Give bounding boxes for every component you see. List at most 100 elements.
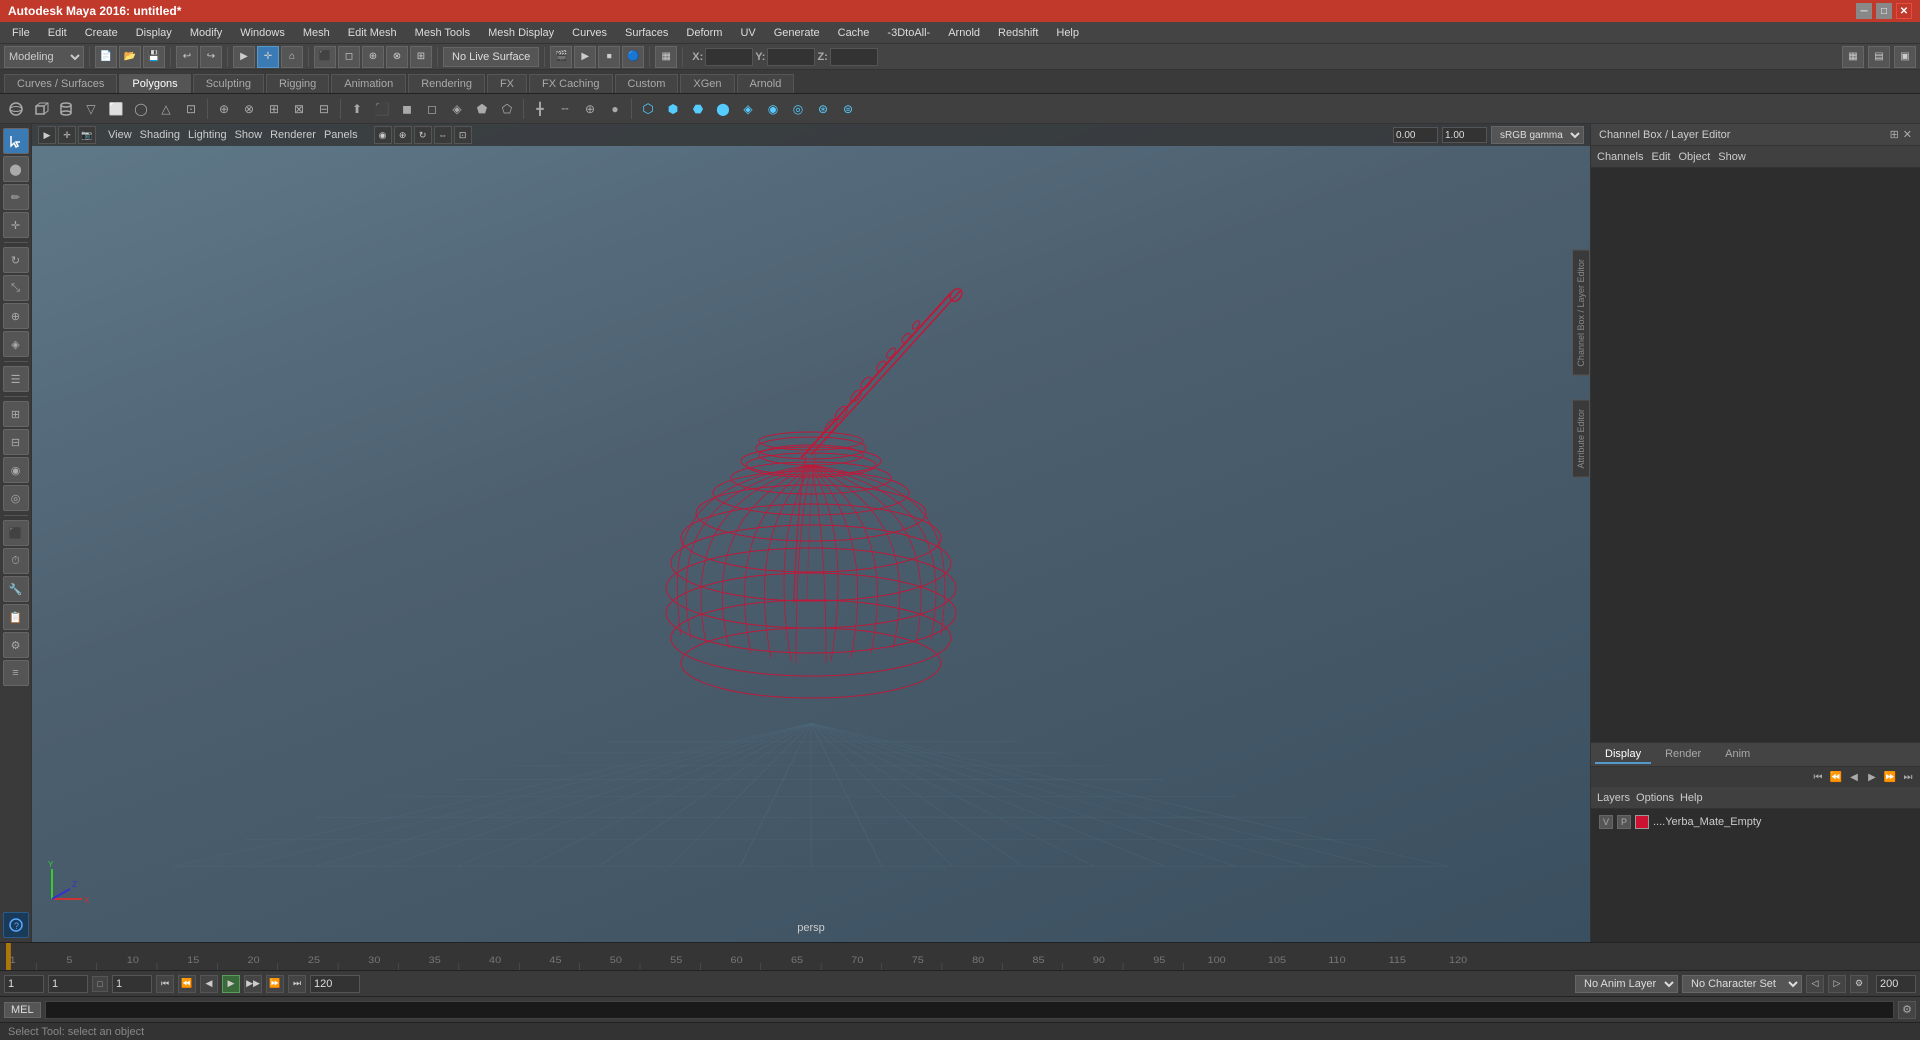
- render4-btn[interactable]: 🔵: [622, 46, 644, 68]
- history-btn[interactable]: ⏱: [3, 548, 29, 574]
- layout1-btn[interactable]: ▦: [655, 46, 677, 68]
- viewport[interactable]: ▶ ✛ 📷 View Shading Lighting Show Rendere…: [32, 124, 1590, 942]
- tab-animation[interactable]: Animation: [331, 74, 406, 93]
- tab-curves-surfaces[interactable]: Curves / Surfaces: [4, 74, 117, 93]
- channel-btn2[interactable]: ≡: [3, 660, 29, 686]
- tab-render[interactable]: Render: [1655, 746, 1711, 764]
- uv4-btn[interactable]: ⬤: [711, 97, 735, 121]
- tab-fx[interactable]: FX: [487, 74, 527, 93]
- no-live-surface-btn[interactable]: No Live Surface: [443, 47, 539, 67]
- snap-surface[interactable]: ◎: [3, 485, 29, 511]
- snap-point[interactable]: ◉: [3, 457, 29, 483]
- extract-btn[interactable]: ⊞: [262, 97, 286, 121]
- move-tool-btn[interactable]: ✛: [257, 46, 279, 68]
- tab-xgen[interactable]: XGen: [680, 74, 734, 93]
- character-set-select[interactable]: No Character Set: [1682, 975, 1802, 993]
- extrude-btn[interactable]: ⬆: [345, 97, 369, 121]
- lasso-btn[interactable]: ⌂: [281, 46, 303, 68]
- ch-menu-edit[interactable]: Edit: [1651, 151, 1670, 163]
- transform5-btn[interactable]: ⊞: [410, 46, 432, 68]
- options-menu[interactable]: Options: [1636, 792, 1674, 804]
- layer-row[interactable]: V P ....Yerba_Mate_Empty: [1595, 813, 1916, 831]
- range-start-input[interactable]: [112, 975, 152, 993]
- scene-btn[interactable]: 🔧: [3, 576, 29, 602]
- plane-icon-btn[interactable]: ⬜: [104, 97, 128, 121]
- menu-deform[interactable]: Deform: [678, 25, 730, 41]
- menu-mesh-tools[interactable]: Mesh Tools: [407, 25, 478, 41]
- uv1-btn[interactable]: ⬡: [636, 97, 660, 121]
- menu-mesh[interactable]: Mesh: [295, 25, 338, 41]
- minimize-button[interactable]: ─: [1856, 3, 1872, 19]
- paint-tool[interactable]: ⬤: [3, 156, 29, 182]
- cube-icon-btn[interactable]: [29, 97, 53, 121]
- vp-move-btn[interactable]: ✛: [58, 126, 76, 144]
- range-end-input[interactable]: [310, 975, 360, 993]
- pipe-icon-btn[interactable]: ⊡: [179, 97, 203, 121]
- vp-cam4[interactable]: ⇔: [434, 126, 452, 144]
- merge-btn[interactable]: ⊕: [578, 97, 602, 121]
- help-menu-layers[interactable]: Help: [1680, 792, 1703, 804]
- uv9-btn[interactable]: ⊜: [836, 97, 860, 121]
- layer-visibility[interactable]: V: [1599, 815, 1613, 829]
- menu-window[interactable]: Windows: [232, 25, 293, 41]
- separate-btn[interactable]: ⊗: [237, 97, 261, 121]
- menu-display[interactable]: Display: [128, 25, 180, 41]
- gamma-select[interactable]: sRGB gamma: [1491, 126, 1584, 144]
- uv8-btn[interactable]: ⊛: [811, 97, 835, 121]
- layers-menu[interactable]: Layers: [1597, 792, 1630, 804]
- tab-polygons[interactable]: Polygons: [119, 74, 190, 93]
- cylinder-icon-btn[interactable]: [54, 97, 78, 121]
- z-input[interactable]: [830, 48, 878, 66]
- vp-val1[interactable]: [1393, 127, 1438, 143]
- pb-skip-end-btn[interactable]: ⏭: [288, 975, 306, 993]
- pb-next[interactable]: ▶: [1864, 769, 1880, 785]
- pb-next-frame[interactable]: ⏩: [1882, 769, 1898, 785]
- render3-btn[interactable]: ⏹: [598, 46, 620, 68]
- menu-mesh-display[interactable]: Mesh Display: [480, 25, 562, 41]
- pb-prev-btn[interactable]: ◀: [200, 975, 218, 993]
- mel-input[interactable]: [45, 1001, 1894, 1019]
- uv3-btn[interactable]: ⬣: [686, 97, 710, 121]
- layer-render-flag[interactable]: P: [1617, 815, 1631, 829]
- boolean-btn[interactable]: ⊠: [287, 97, 311, 121]
- mode-dropdown[interactable]: Modeling: [4, 46, 84, 68]
- combine-btn[interactable]: ⊕: [212, 97, 236, 121]
- pb-skip-end[interactable]: ⏭: [1900, 769, 1916, 785]
- mirror-btn[interactable]: ⊟: [312, 97, 336, 121]
- uv7-btn[interactable]: ◎: [786, 97, 810, 121]
- undo-btn[interactable]: ↩: [176, 46, 198, 68]
- maximize-button[interactable]: □: [1876, 3, 1892, 19]
- prism-icon-btn[interactable]: △: [154, 97, 178, 121]
- bridge-btn[interactable]: ⬛: [370, 97, 394, 121]
- tab-display[interactable]: Display: [1595, 746, 1651, 764]
- vp-cam3[interactable]: ↻: [414, 126, 432, 144]
- render2-btn[interactable]: ▶: [574, 46, 596, 68]
- vp-cam5[interactable]: ⊡: [454, 126, 472, 144]
- wedge-btn[interactable]: ⬟: [470, 97, 494, 121]
- select-tool[interactable]: [3, 128, 29, 154]
- soft-mod[interactable]: ◈: [3, 331, 29, 357]
- snap-grid[interactable]: ⊞: [3, 401, 29, 427]
- universal-manip[interactable]: ⊕: [3, 303, 29, 329]
- menu-curves[interactable]: Curves: [564, 25, 615, 41]
- channel-box-expand[interactable]: ⊞: [1890, 128, 1899, 141]
- anim-btn3[interactable]: ⚙: [1850, 975, 1868, 993]
- timeline-options[interactable]: □: [92, 976, 108, 992]
- collapse-btn[interactable]: ●: [603, 97, 627, 121]
- anim-btn1[interactable]: ◁: [1806, 975, 1824, 993]
- sculpt-tool[interactable]: ✏: [3, 184, 29, 210]
- open-file-btn[interactable]: 📂: [119, 46, 141, 68]
- snap-curve[interactable]: ⊟: [3, 429, 29, 455]
- select-tool-btn[interactable]: ▶: [233, 46, 255, 68]
- attribute-editor-side-tab[interactable]: Attribute Editor: [1572, 400, 1590, 478]
- show-manip[interactable]: ☰: [3, 366, 29, 392]
- pb-prev[interactable]: ◀: [1846, 769, 1862, 785]
- menu-create[interactable]: Create: [77, 25, 126, 41]
- vp-cam1[interactable]: ◉: [374, 126, 392, 144]
- outliner-btn[interactable]: 📋: [3, 604, 29, 630]
- menu-modify[interactable]: Modify: [182, 25, 230, 41]
- render1-btn[interactable]: 🎬: [550, 46, 572, 68]
- ch-menu-object[interactable]: Object: [1678, 151, 1710, 163]
- redo-btn[interactable]: ↪: [200, 46, 222, 68]
- render-icon[interactable]: ⬛: [3, 520, 29, 546]
